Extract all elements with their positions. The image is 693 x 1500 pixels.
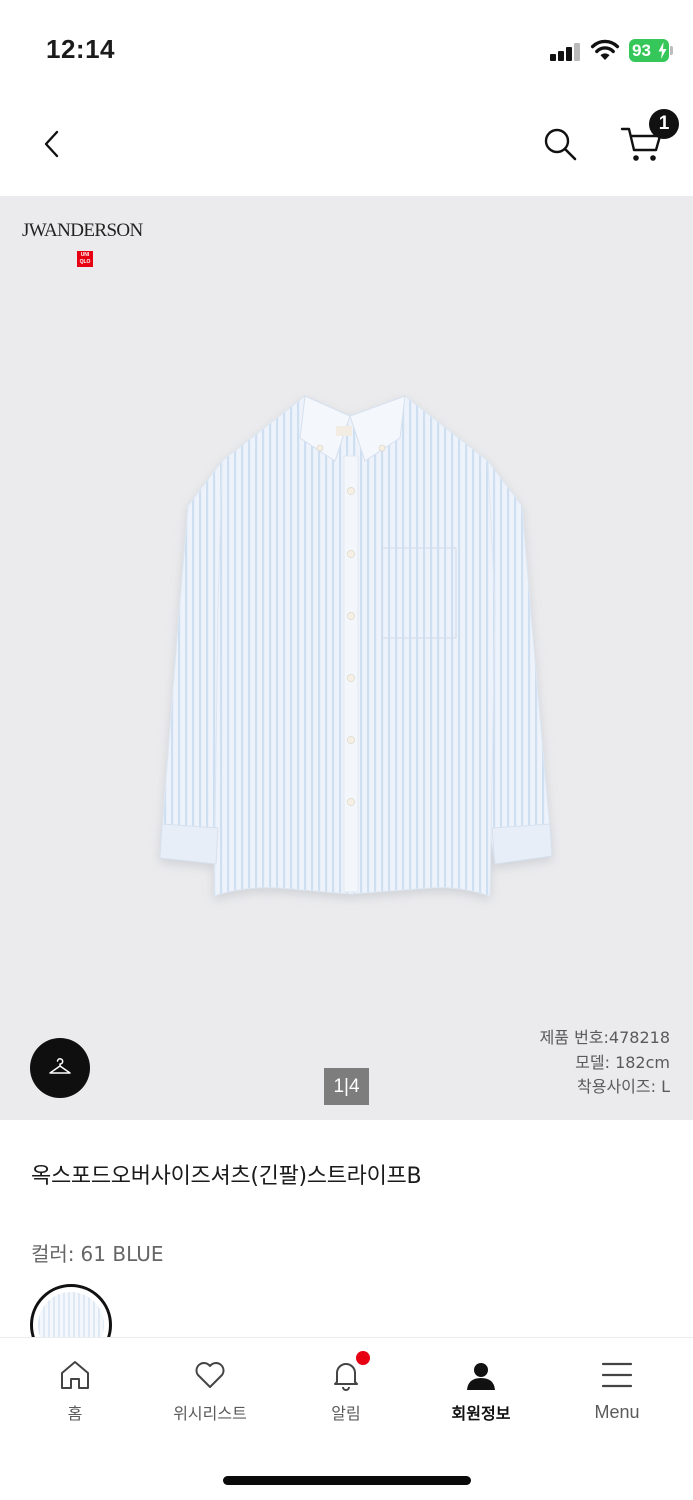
- brand-name: JWANDERSON: [22, 220, 143, 241]
- notification-dot: [356, 1351, 370, 1365]
- battery-indicator: 93: [629, 39, 669, 62]
- uniqlo-logo: UNI QLO: [77, 251, 93, 267]
- tab-home[interactable]: 홈: [15, 1338, 135, 1448]
- tab-alerts-label: 알림: [331, 1404, 361, 1423]
- tab-menu-label: Menu: [594, 1402, 640, 1422]
- tab-member-label: 회원정보: [451, 1404, 511, 1423]
- heart-icon: [195, 1362, 225, 1388]
- battery-cap: [670, 46, 673, 55]
- status-bar: 12:14 93: [0, 0, 693, 96]
- product-meta: 제품 번호:478218 모델: 182cm 착용사이즈: L: [540, 1026, 670, 1100]
- wifi-icon: [590, 39, 620, 60]
- tab-wishlist[interactable]: 위시리스트: [150, 1338, 270, 1448]
- worn-size: 착용사이즈: L: [577, 1077, 670, 1096]
- product-title: 옥스포드오버사이즈셔츠(긴팔)스트라이프B: [31, 1164, 422, 1189]
- home-icon: [61, 1361, 89, 1389]
- color-row: 컬러: 61 BLUE: [31, 1238, 164, 1267]
- image-page-indicator: 1|4: [324, 1068, 369, 1105]
- tab-member[interactable]: 회원정보: [421, 1338, 541, 1448]
- color-value: 61 BLUE: [80, 1242, 164, 1266]
- search-button[interactable]: [540, 124, 580, 164]
- cart-count-badge: 1: [649, 109, 679, 139]
- product-photo: [159, 395, 553, 897]
- tab-alerts[interactable]: 알림: [286, 1338, 406, 1448]
- home-indicator: [223, 1476, 471, 1485]
- product-number: 제품 번호:478218: [539, 1028, 670, 1047]
- tab-menu[interactable]: Menu: [557, 1338, 677, 1448]
- fitting-button[interactable]: [30, 1038, 90, 1098]
- hanger-icon: [49, 1058, 71, 1074]
- menu-icon: [601, 1362, 633, 1388]
- product-image-carousel[interactable]: JWANDERSON UNI QLO 제품 번호:478218 모델: 182c…: [0, 196, 693, 1120]
- tab-wishlist-label: 위시리스트: [173, 1404, 247, 1423]
- user-icon: [467, 1363, 495, 1390]
- back-button[interactable]: [36, 124, 68, 164]
- tab-home-label: 홈: [67, 1404, 83, 1423]
- nav-header: [0, 96, 693, 196]
- charging-bolt-icon: [658, 42, 667, 59]
- color-label: 컬러:: [31, 1242, 75, 1266]
- battery-level: 93: [632, 41, 651, 60]
- cellular-signal-icon: [550, 43, 582, 61]
- status-time: 12:14: [46, 34, 115, 64]
- model-height: 모델: 182cm: [575, 1052, 670, 1072]
